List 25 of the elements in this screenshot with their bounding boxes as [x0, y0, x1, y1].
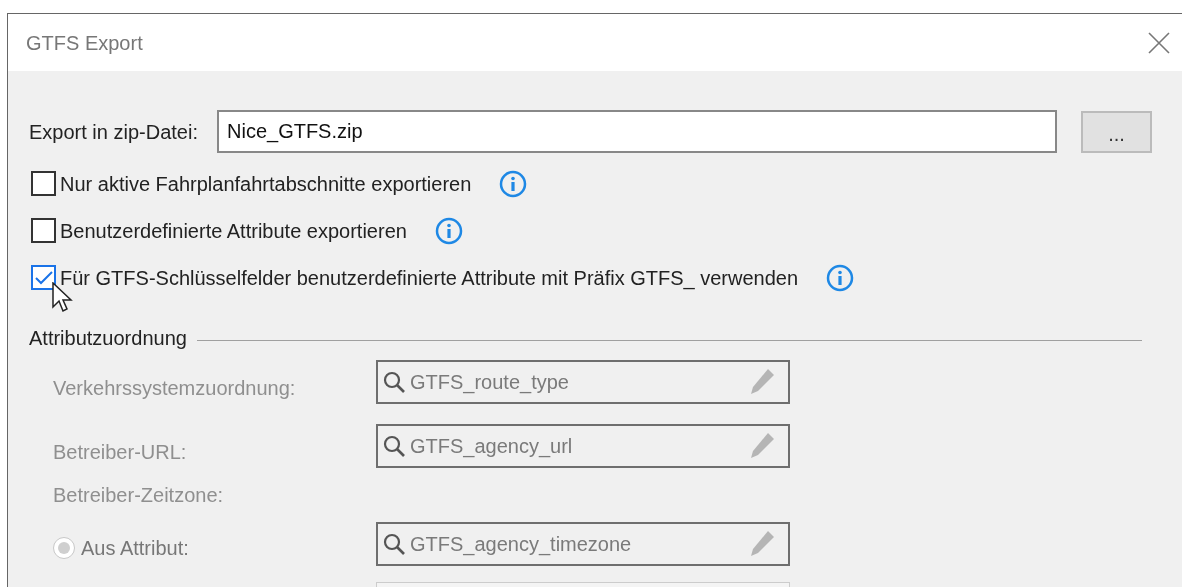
pencil-icon[interactable] [748, 529, 776, 559]
section-title: Attributzuordnung [29, 326, 187, 351]
export-file-label: Export in zip-Datei: [29, 119, 199, 145]
search-icon [382, 434, 406, 458]
close-icon[interactable] [1148, 31, 1170, 54]
checkbox[interactable] [31, 265, 56, 290]
checkbox[interactable] [31, 218, 56, 243]
pencil-icon[interactable] [748, 367, 776, 397]
search-icon [382, 532, 406, 556]
attribute-label: Verkehrssystemzuordnung: [53, 376, 297, 401]
attribute-label: Betreiber-URL: [53, 440, 188, 465]
info-icon[interactable] [499, 169, 528, 198]
checkbox-label[interactable]: Benutzerdefinierte Attribute exportieren [60, 215, 407, 246]
search-icon [382, 370, 406, 394]
checkbox-label[interactable]: Für GTFS-Schlüsselfelder benutzerdefinierte Attribute mit Präfix GTFS_ verwenden [60, 262, 799, 293]
info-icon[interactable] [826, 263, 855, 292]
export-file-field[interactable]: Nice_GTFS.zip [217, 110, 1057, 153]
checkbox-label[interactable]: Nur aktive Fahrplanfahrtabschnitte exportieren [60, 168, 472, 199]
browse-button[interactable]: ... [1081, 110, 1152, 153]
checkbox[interactable] [31, 171, 56, 196]
info-icon[interactable] [434, 216, 463, 245]
check-icon [34, 269, 53, 286]
window-title: GTFS Export [26, 30, 143, 56]
pencil-icon[interactable] [748, 431, 776, 461]
attribute-label: Betreiber-Zeitzone: [53, 483, 224, 508]
